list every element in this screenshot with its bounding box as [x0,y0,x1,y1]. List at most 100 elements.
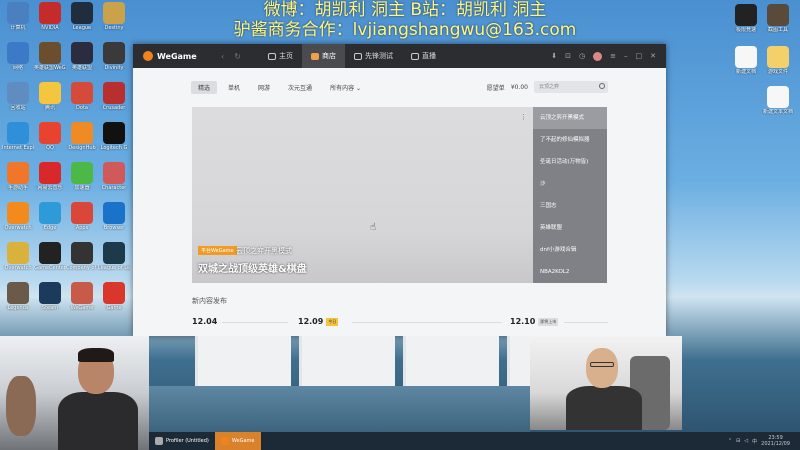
wallet-link[interactable]: ¥0.00 [511,84,528,91]
desktop-shortcut[interactable]: Steam [34,282,66,311]
desktop-shortcut[interactable]: 极限竞速 [730,4,762,33]
desktop-shortcut[interactable]: Company of Heroes 2 [66,242,98,271]
search-input[interactable]: 云顶之弈 [534,81,608,93]
desktop-shortcut[interactable]: Dota [66,82,98,111]
desktop-shortcut[interactable]: 计算机 [2,2,34,31]
timeline-divider [352,322,502,323]
banner-side-item[interactable]: dnf小游戏合辑 [533,239,607,261]
wishlist-link[interactable]: 愿望单 [487,83,505,92]
desktop-shortcut-label: 英雄联盟WeGame版 [34,65,66,71]
desktop-shortcut[interactable]: 回收站 [2,82,34,111]
desktop-shortcut[interactable]: Internet Explorer [2,122,34,151]
wegame-logo-text: WeGame [157,51,197,61]
desktop-shortcut[interactable]: Edge [34,202,66,231]
tray-up-arrow-icon[interactable]: ⌃ [728,438,732,444]
desktop-shortcut-label: League [72,25,92,31]
desktop-shortcut[interactable]: 游戏文件 [762,46,794,75]
banner-side-item[interactable]: NBA2KOL2 [533,261,607,283]
desktop-shortcut[interactable]: 手游助手 [2,162,34,191]
desktop-shortcut[interactable]: Character [98,162,130,191]
bell-icon[interactable]: ◷ [579,52,585,60]
banner-side-item[interactable]: 云顶之弈开黑模式 [533,107,607,129]
banner-side-list: 云顶之弈开黑模式 了不起的修仙模拟器 圣诞日活动(万物皆) 沙三国志 英雄联盟 dnf小游… [533,107,607,283]
desktop-shortcut[interactable]: Destiny [98,2,130,31]
timeline-date: 12.04 [192,317,217,326]
avatar[interactable] [593,51,603,61]
stream-overlay: 微博：胡凯利 洞主 B站：胡凯利 洞主 驴酱商务合作：lvjiangshangw… [195,0,615,40]
desktop-shortcut[interactable]: League of Legends [98,242,130,271]
desktop-shortcut[interactable]: Overwatch [2,242,34,271]
desktop-shortcut[interactable]: Legends [2,282,34,311]
more-options-icon[interactable]: ⋮ [520,113,527,121]
tab-store[interactable]: 商店 [302,44,345,68]
release-card[interactable] [299,336,395,386]
desktop-shortcut-label: Steam [41,305,59,311]
desktop-shortcut[interactable]: WeGame [66,282,98,311]
desktop-shortcut-icon [767,86,789,108]
desktop-shortcut[interactable]: 腾讯 [34,82,66,111]
hero-banner[interactable]: ⋮ ☝ 平台WeGame 云顶之弈开黑模式 双城之战顶级英雄&棋盘 [192,107,533,283]
desktop-shortcut[interactable]: DesignHub [66,122,98,151]
desktop-shortcut[interactable]: Game [98,282,130,311]
desktop-shortcut[interactable]: GameCenter [34,242,66,271]
desktop-shortcut[interactable]: NVIDIA [34,2,66,31]
desktop-shortcut-label: 新建文档 [735,69,756,75]
desktop-shortcut[interactable]: QQ [34,122,66,151]
gift-icon[interactable]: ⊡ [565,52,571,60]
desktop-shortcut[interactable]: 加速器 [66,162,98,191]
ime-icon[interactable]: 中 [752,438,757,445]
taskbar-item-profiler[interactable]: Profiler (Untitled) [149,432,215,450]
desktop-shortcut[interactable]: Divinity [98,42,130,71]
desktop-shortcut[interactable]: 英雄联盟 [66,42,98,71]
desktop-shortcut-label: League of Legends [98,265,130,271]
maximize-icon[interactable]: □ [636,52,643,60]
desktop-shortcut[interactable]: 英雄联盟WeGame版 [34,42,66,71]
banner-side-item[interactable]: 英雄联盟 [533,217,607,239]
refresh-icon[interactable]: ↻ [234,52,241,61]
release-card[interactable] [195,336,291,386]
wegame-logo[interactable]: WeGame [133,51,221,61]
release-card[interactable] [507,336,530,386]
volume-icon[interactable]: ◁ [744,438,748,444]
tab-pioneer-test[interactable]: 先锋测试 [345,44,402,68]
subtab-all-content[interactable]: 所有内容 ⌄ [323,81,368,94]
desktop-shortcut-icon [7,242,29,264]
wegame-icon [220,437,229,445]
download-icon[interactable]: ⬇ [551,52,557,60]
tab-live[interactable]: 直播 [402,44,445,68]
desktop-shortcut[interactable]: Logitech G [98,122,130,151]
back-arrow-icon[interactable]: ‹ [221,52,224,61]
subtab-crossover[interactable]: 次元互通 [281,81,319,94]
release-card[interactable] [403,336,499,386]
minimize-icon[interactable]: – [624,52,628,60]
banner-side-item[interactable]: 圣诞日活动(万物皆) [533,151,607,173]
tab-home[interactable]: 主页 [259,44,302,68]
desktop-shortcut[interactable]: 网络 [2,42,34,71]
desktop-shortcut-icon [71,242,93,264]
banner-side-item[interactable]: 沙 [533,173,607,195]
menu-icon[interactable]: ≡ [610,52,616,60]
subtab-single-player[interactable]: 单机 [221,81,247,94]
clock[interactable]: 23:59 2021/12/09 [761,435,790,447]
desktop-shortcut[interactable]: League [66,2,98,31]
banner-side-item[interactable]: 三国志 [533,195,607,217]
desktop-shortcut[interactable]: 新建文本文档 [762,86,794,115]
desktop-shortcut-label: 极限竞速 [735,27,756,33]
desktop-shortcut[interactable]: Crusader [98,82,130,111]
subtab-online[interactable]: 网游 [251,81,277,94]
desktop-shortcut[interactable]: 截图工具 [762,4,794,33]
desktop-shortcut-icon [71,202,93,224]
desktop-shortcut[interactable]: 网易云音乐 [34,162,66,191]
subtab-featured[interactable]: 精选 [191,80,218,94]
taskbar-item-label: WeGame [231,438,255,444]
taskbar-item-wegame[interactable]: WeGame [214,432,261,450]
desktop-shortcut[interactable]: 新建文档 [730,46,762,75]
desktop-shortcut[interactable]: Apps [66,202,98,231]
network-icon[interactable]: ⊟ [736,438,740,444]
release-cards [195,336,530,386]
search-icon[interactable] [599,83,605,89]
desktop-shortcut[interactable]: Overwatch [2,202,34,231]
close-icon[interactable]: ✕ [650,52,656,60]
banner-side-item[interactable]: 了不起的修仙模拟器 [533,129,607,151]
desktop-shortcut[interactable]: Browser [98,202,130,231]
